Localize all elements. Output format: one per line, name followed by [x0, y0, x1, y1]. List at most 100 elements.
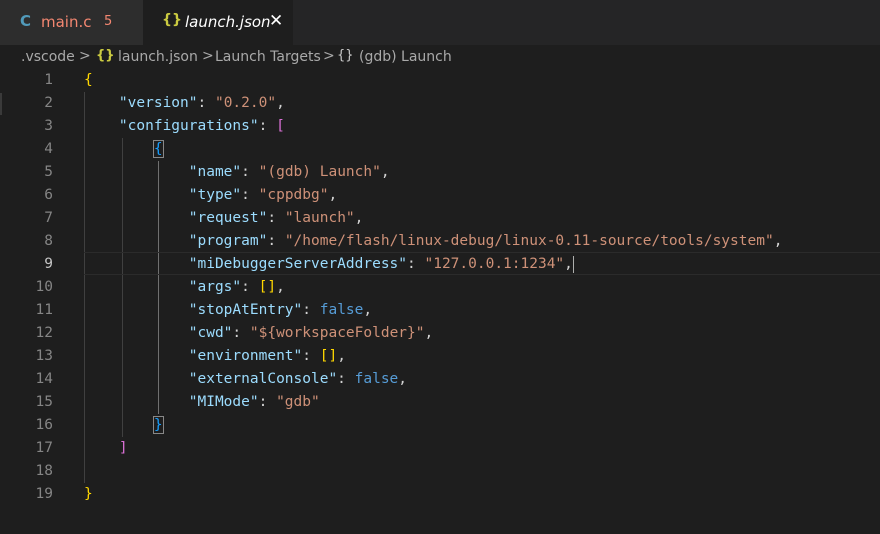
code-line: 5 "name": "(gdb) Launch", — [0, 161, 880, 184]
code-line: 10 "args": [], — [0, 276, 880, 299]
line-number: 6 — [44, 187, 53, 203]
line-number: 15 — [35, 394, 53, 410]
json-string: "launch" — [284, 210, 355, 226]
brace: { — [152, 140, 164, 158]
json-file-icon: {} — [162, 12, 182, 28]
breadcrumb-launch-json[interactable]: launch.json — [118, 49, 198, 65]
breadcrumb: .vscode > {} launch.json > Launch Target… — [0, 45, 880, 69]
code-text: "configurations": [ — [118, 118, 285, 134]
json-string: "127.0.0.1:1234" — [424, 256, 565, 272]
json-string: "/home/flash/linux-debug/linux-0.11-sour… — [284, 233, 774, 249]
line-number: 3 — [44, 118, 53, 134]
line-number: 16 — [35, 417, 53, 433]
line-number: 8 — [44, 233, 53, 249]
line-number: 18 — [35, 463, 53, 479]
code-line: 13 "environment": [], — [0, 345, 880, 368]
json-key: "type" — [188, 187, 242, 203]
bracket: [ — [276, 118, 285, 134]
chevron-right-icon: > — [202, 48, 214, 64]
code-line: 3 "configurations": [ — [0, 115, 880, 138]
code-text: "externalConsole": false, — [188, 371, 408, 387]
bracket: ] — [118, 440, 128, 456]
json-key: "miDebuggerServerAddress" — [188, 256, 408, 272]
json-array: [] — [258, 279, 277, 295]
breadcrumb-launch-targets[interactable]: Launch Targets — [215, 49, 321, 65]
code-text: ] — [84, 437, 128, 460]
json-boolean: false — [354, 371, 399, 387]
problems-count-badge: 5 — [104, 14, 113, 29]
line-number: 17 — [35, 440, 53, 456]
code-text: "MIMode": "gdb" — [188, 394, 320, 410]
c-file-icon: C — [20, 12, 32, 30]
code-line: 11 "stopAtEntry": false, — [0, 299, 880, 322]
code-line: 19 } — [0, 483, 880, 506]
code-text: { — [84, 138, 164, 161]
json-key: "MIMode" — [188, 394, 259, 410]
code-line: 7 "request": "launch", — [0, 207, 880, 230]
code-text: "stopAtEntry": false, — [188, 302, 373, 318]
json-key: "program" — [188, 233, 268, 249]
line-number: 2 — [44, 95, 53, 111]
line-number: 10 — [35, 279, 53, 295]
line-number: 19 — [35, 486, 53, 502]
code-text: "request": "launch", — [188, 210, 364, 226]
code-text: "name": "(gdb) Launch", — [188, 164, 390, 180]
line-number: 14 — [35, 371, 53, 387]
json-boolean: false — [319, 302, 364, 318]
chevron-right-icon: > — [323, 48, 335, 64]
tab-bar: C main.c 5 {} launch.json ✕ — [0, 0, 880, 45]
json-string: "(gdb) Launch" — [258, 164, 381, 180]
brace: } — [152, 416, 164, 434]
json-string: "0.2.0" — [214, 95, 277, 111]
code-line: 18 — [0, 460, 880, 483]
json-key: "configurations" — [118, 118, 259, 134]
line-number: 4 — [44, 141, 53, 157]
line-number: 9 — [44, 256, 53, 272]
json-key: "stopAtEntry" — [188, 302, 303, 318]
close-icon[interactable]: ✕ — [269, 11, 283, 31]
text-cursor — [572, 255, 574, 273]
json-key: "name" — [188, 164, 242, 180]
code-line: 1 { — [0, 69, 880, 92]
chevron-right-icon: > — [79, 48, 91, 64]
line-number: 13 — [35, 348, 53, 364]
code-text: "args": [], — [188, 279, 285, 295]
code-line: 6 "type": "cppdbg", — [0, 184, 880, 207]
code-text: "cwd": "${workspaceFolder}", — [188, 325, 434, 341]
json-key: "externalConsole" — [188, 371, 338, 387]
code-line: 2 "version": "0.2.0", — [0, 92, 880, 115]
code-text: { — [84, 69, 93, 92]
line-number: 11 — [35, 302, 53, 318]
code-line: 9 "miDebuggerServerAddress": "127.0.0.1:… — [0, 253, 880, 276]
brace: { — [84, 72, 93, 88]
json-key: "request" — [188, 210, 268, 226]
json-string: "cppdbg" — [258, 187, 329, 203]
breadcrumb-gdb-launch[interactable]: (gdb) Launch — [359, 49, 452, 65]
code-text: "version": "0.2.0", — [118, 95, 285, 111]
code-line: 16 } — [0, 414, 880, 437]
tab-launch-json[interactable]: {} launch.json ✕ — [143, 0, 293, 45]
line-number: 7 — [44, 210, 53, 226]
tab-label: main.c — [41, 13, 92, 31]
code-line: 8 "program": "/home/flash/linux-debug/li… — [0, 230, 880, 253]
line-number: 5 — [44, 164, 53, 180]
line-number: 12 — [35, 325, 53, 341]
code-line: 4 { — [0, 138, 880, 161]
code-line: 17 ] — [0, 437, 880, 460]
code-line: 12 "cwd": "${workspaceFolder}", — [0, 322, 880, 345]
json-string: "gdb" — [276, 394, 320, 410]
code-editor[interactable]: 1 { 2 "version": "0.2.0", 3 "configurati… — [0, 69, 880, 534]
code-line: 14 "externalConsole": false, — [0, 368, 880, 391]
json-string: "${workspaceFolder}" — [249, 325, 425, 341]
json-key: "args" — [188, 279, 242, 295]
code-text: } — [84, 414, 164, 437]
brace: } — [84, 486, 93, 502]
json-file-icon: {} — [96, 48, 115, 63]
tab-label: launch.json — [185, 13, 271, 31]
code-text: } — [84, 483, 93, 506]
code-text: "type": "cppdbg", — [188, 187, 338, 203]
breadcrumb-vscode[interactable]: .vscode — [21, 49, 75, 65]
code-line: 15 "MIMode": "gdb" — [0, 391, 880, 414]
json-key: "cwd" — [188, 325, 233, 341]
tab-main-c[interactable]: C main.c 5 — [0, 0, 143, 45]
